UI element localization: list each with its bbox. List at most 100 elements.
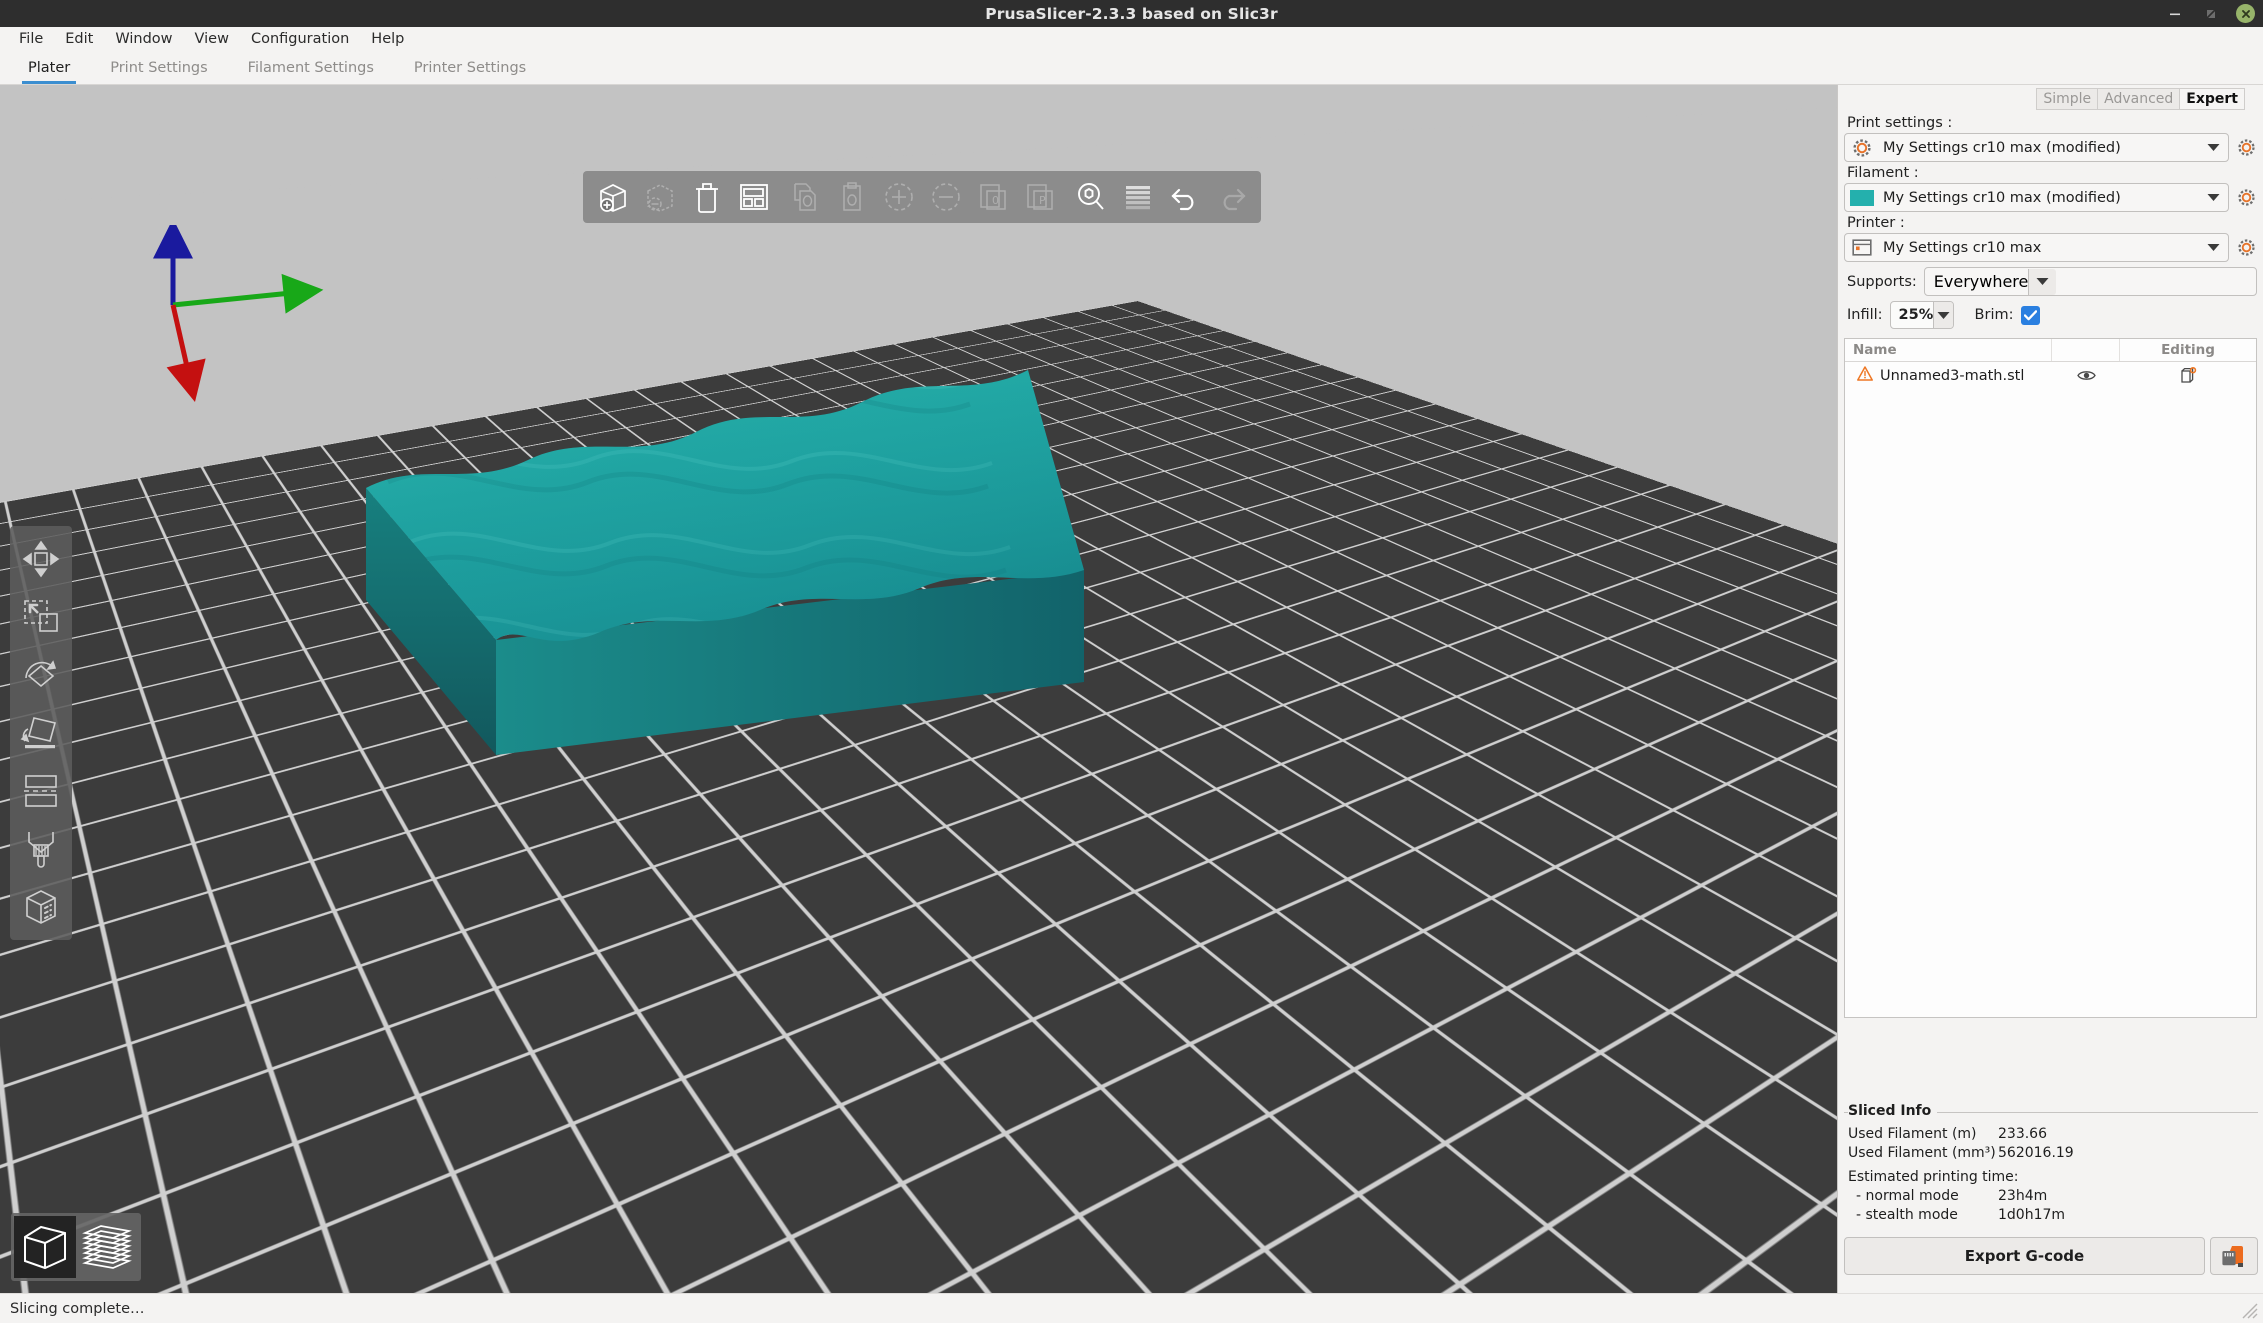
sliced-info-row: - stealth mode 1d0h17m	[1848, 1206, 2258, 1225]
warning-triangle-icon	[1857, 366, 1873, 385]
redo-icon	[1208, 174, 1255, 221]
chevron-down-icon[interactable]	[2198, 243, 2228, 252]
menu-item-file[interactable]: File	[8, 29, 54, 49]
tab-print-settings[interactable]: Print Settings	[90, 55, 227, 84]
object-name-text: Unnamed3-math.stl	[1880, 367, 2025, 384]
export-row: Export G-code	[1844, 1237, 2258, 1275]
support-painting-icon[interactable]	[13, 879, 69, 935]
close-icon[interactable]	[2236, 4, 2255, 23]
window-controls	[2164, 0, 2255, 27]
print-settings-combo[interactable]: My Settings cr10 max (modified)	[1844, 133, 2229, 162]
sliced-info-row: Used Filament (mm³) 562016.19	[1848, 1144, 2258, 1163]
stealth-mode-label: - stealth mode	[1856, 1207, 1958, 1223]
resize-grip-icon[interactable]	[2237, 1298, 2259, 1320]
minimize-icon[interactable]	[2164, 3, 2186, 25]
undo-icon[interactable]	[1161, 174, 1208, 221]
mode-advanced-button[interactable]: Advanced	[2097, 88, 2181, 110]
supports-combo[interactable]: Everywhere	[1923, 267, 2257, 296]
menu-item-view[interactable]: View	[184, 29, 240, 49]
add-icon[interactable]	[589, 174, 636, 221]
print-settings-label: Print settings :	[1847, 115, 1953, 131]
stealth-mode-value: 1d0h17m	[1998, 1207, 2066, 1223]
tab-printer-settings[interactable]: Printer Settings	[394, 55, 546, 84]
svg-text:P: P	[1039, 194, 1046, 207]
mode-expert-button[interactable]: Expert	[2179, 88, 2245, 110]
eye-icon[interactable]	[2052, 369, 2120, 382]
object-list-header: Name Editing	[1845, 339, 2256, 362]
infill-value: 25%	[1898, 307, 1934, 323]
3d-viewport[interactable]: 0 P	[0, 85, 1837, 1293]
split-to-objects-icon: 0	[969, 174, 1016, 221]
infill-combo[interactable]: 25%	[1889, 301, 1954, 329]
chevron-down-icon[interactable]	[1933, 302, 1953, 328]
export-gcode-button[interactable]: Export G-code	[1844, 1237, 2205, 1275]
editor-view-icon[interactable]	[14, 1216, 76, 1278]
print-settings-gear-icon	[1845, 138, 1879, 157]
variable-layer-height-icon[interactable]	[1114, 174, 1161, 221]
chevron-down-icon[interactable]	[2028, 268, 2057, 295]
printer-icon	[1845, 239, 1879, 256]
filament-color-swatch	[1845, 189, 1879, 206]
menu-item-edit[interactable]: Edit	[54, 29, 104, 49]
supports-row: Supports: Everywhere	[1844, 262, 2257, 296]
delete-icon	[636, 174, 683, 221]
delete-all-icon[interactable]	[683, 174, 730, 221]
chevron-down-icon[interactable]	[2198, 193, 2228, 202]
table-row[interactable]: Unnamed3-math.stl	[1845, 362, 2256, 389]
add-instance-icon	[875, 174, 922, 221]
menu-item-window[interactable]: Window	[104, 29, 183, 49]
right-sidebar: Simple Advanced Expert Print settings : …	[1837, 85, 2263, 1293]
maximize-icon[interactable]	[2200, 3, 2222, 25]
column-header-visibility	[2052, 339, 2120, 361]
infill-brim-row: Infill: 25% Brim:	[1844, 296, 2257, 329]
cut-icon[interactable]	[13, 763, 69, 819]
scale-icon[interactable]	[13, 589, 69, 645]
search-icon[interactable]	[1067, 174, 1114, 221]
filament-combo[interactable]: My Settings cr10 max (modified)	[1844, 183, 2229, 212]
infill-label: Infill:	[1847, 307, 1883, 323]
object-name-cell[interactable]: Unnamed3-math.stl	[1845, 366, 2052, 385]
tab-plater[interactable]: Plater	[8, 55, 90, 84]
sliced-info-row: Used Filament (m) 233.66	[1848, 1125, 2258, 1144]
used-filament-m-label: Used Filament (m)	[1848, 1126, 1977, 1142]
seam-painting-icon[interactable]	[13, 821, 69, 877]
mode-simple-button[interactable]: Simple	[2036, 88, 2099, 110]
move-icon[interactable]	[13, 531, 69, 587]
copy-icon	[781, 174, 828, 221]
3d-model-object[interactable]	[360, 170, 1120, 850]
tab-filament-settings[interactable]: Filament Settings	[228, 55, 394, 84]
filament-value: My Settings cr10 max (modified)	[1883, 189, 2121, 206]
printer-label: Printer :	[1847, 215, 1905, 231]
print-settings-row: My Settings cr10 max (modified)	[1844, 133, 2257, 162]
menu-item-help[interactable]: Help	[360, 29, 415, 49]
printer-edit-gear-icon[interactable]	[2235, 239, 2257, 256]
printer-combo[interactable]: My Settings cr10 max	[1844, 233, 2229, 262]
top-toolbar: 0 P	[583, 171, 1261, 223]
column-header-editing: Editing	[2161, 342, 2215, 358]
remove-instance-icon	[922, 174, 969, 221]
sliced-info-row: Estimated printing time:	[1848, 1168, 2258, 1187]
supports-value: Everywhere	[1933, 272, 2029, 291]
arrange-icon[interactable]	[730, 174, 777, 221]
filament-edit-gear-icon[interactable]	[2235, 189, 2257, 206]
sliced-info-panel: Sliced Info Used Filament (m) 233.66 Use…	[1844, 1103, 2258, 1227]
object-settings-icon[interactable]	[2120, 367, 2256, 384]
place-on-face-icon[interactable]	[13, 705, 69, 761]
window-title: PrusaSlicer-2.3.3 based on Slic3r	[985, 4, 1278, 23]
preview-view-icon[interactable]	[76, 1216, 138, 1278]
split-to-parts-icon: P	[1016, 174, 1063, 221]
chevron-down-icon[interactable]	[2198, 143, 2228, 152]
menu-item-configuration[interactable]: Configuration	[240, 29, 360, 49]
axes-indicator	[153, 225, 324, 402]
sliced-info-row: - normal mode 23h4m	[1848, 1187, 2258, 1206]
sd-card-icon[interactable]	[2210, 1237, 2258, 1275]
brim-checkbox[interactable]	[2020, 305, 2040, 325]
estimated-printing-time-label: Estimated printing time:	[1848, 1169, 2019, 1185]
supports-label: Supports:	[1847, 273, 1917, 290]
title-bar: PrusaSlicer-2.3.3 based on Slic3r	[0, 0, 2263, 27]
object-list[interactable]: Name Editing Unnamed3-math.stl	[1844, 338, 2257, 1018]
print-settings-edit-gear-icon[interactable]	[2235, 139, 2257, 156]
mode-selector: Simple Advanced Expert	[1844, 85, 2257, 112]
y-axis	[172, 273, 324, 314]
rotate-icon[interactable]	[13, 647, 69, 703]
